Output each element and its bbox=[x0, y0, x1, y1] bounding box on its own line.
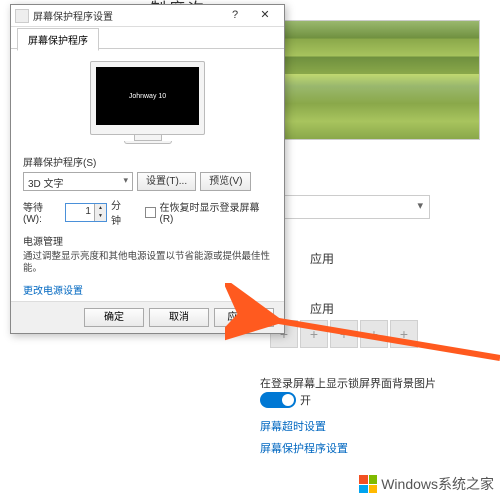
add-tile[interactable]: + bbox=[390, 320, 418, 348]
cancel-button[interactable]: 取消 bbox=[149, 308, 209, 327]
dialog-footer: 确定 取消 应用(A) bbox=[11, 301, 284, 333]
power-section-label: 电源管理 bbox=[23, 233, 272, 248]
close-button[interactable]: ✕ bbox=[250, 6, 280, 26]
background-dropdown[interactable] bbox=[280, 195, 430, 219]
background-preview-image bbox=[280, 20, 480, 140]
preview-button[interactable]: 预览(V) bbox=[200, 172, 251, 191]
wait-unit: 分钟 bbox=[111, 197, 131, 227]
help-button[interactable]: ? bbox=[220, 6, 250, 26]
spin-up-icon[interactable]: ▲ bbox=[94, 204, 106, 213]
spin-down-icon[interactable]: ▼ bbox=[94, 212, 106, 221]
tabstrip: 屏幕保护程序 bbox=[11, 27, 284, 49]
theme-add-row: + + + + + bbox=[270, 320, 418, 348]
add-tile[interactable]: + bbox=[300, 320, 328, 348]
windows-logo-icon bbox=[359, 475, 377, 493]
toggle-label: 在登录屏幕上显示锁屏界面背景图片 bbox=[260, 375, 436, 391]
window-title: 屏幕保护程序设置 bbox=[33, 8, 113, 23]
add-tile[interactable]: + bbox=[330, 320, 358, 348]
wait-label: 等待(W): bbox=[23, 199, 61, 225]
screen-timeout-link[interactable]: 屏幕超时设置 bbox=[260, 418, 326, 434]
ok-button[interactable]: 确定 bbox=[84, 308, 144, 327]
screensaver-section-label: 屏幕保护程序(S) bbox=[23, 154, 272, 169]
watermark-text: Windows系统之家 bbox=[381, 474, 494, 494]
resume-login-checkbox[interactable] bbox=[145, 207, 156, 218]
screensaver-settings-link[interactable]: 屏幕保护程序设置 bbox=[260, 440, 348, 456]
settings-button[interactable]: 设置(T)... bbox=[137, 172, 196, 191]
resume-login-label: 在恢复时显示登录屏幕(R) bbox=[160, 199, 273, 225]
wait-minutes-input[interactable]: 1 ▲▼ bbox=[65, 203, 107, 222]
monitor-preview: Johnway 10 bbox=[90, 61, 205, 135]
power-description: 通过调整显示亮度和其他电源设置以节省能源或提供最佳性能。 bbox=[23, 251, 272, 276]
apply-button[interactable]: 应用(A) bbox=[214, 308, 274, 327]
section-label: 应用 bbox=[310, 300, 334, 317]
toggle-state: 开 bbox=[300, 392, 311, 408]
screensaver-select[interactable]: 3D 文字 bbox=[23, 172, 133, 191]
screensaver-dialog: 屏幕保护程序设置 ? ✕ 屏幕保护程序 Johnway 10 屏幕保护程序(S)… bbox=[10, 4, 285, 334]
screensaver-preview: Johnway 10 bbox=[96, 67, 199, 125]
change-power-link[interactable]: 更改电源设置 bbox=[23, 282, 83, 297]
window-icon bbox=[15, 9, 29, 23]
tab-screensaver[interactable]: 屏幕保护程序 bbox=[17, 28, 99, 51]
titlebar: 屏幕保护程序设置 ? ✕ bbox=[11, 5, 284, 27]
lockscreen-bg-toggle[interactable] bbox=[260, 392, 296, 408]
section-label: 应用 bbox=[310, 250, 334, 267]
watermark: Windows系统之家 bbox=[359, 474, 494, 494]
add-tile[interactable]: + bbox=[360, 320, 388, 348]
